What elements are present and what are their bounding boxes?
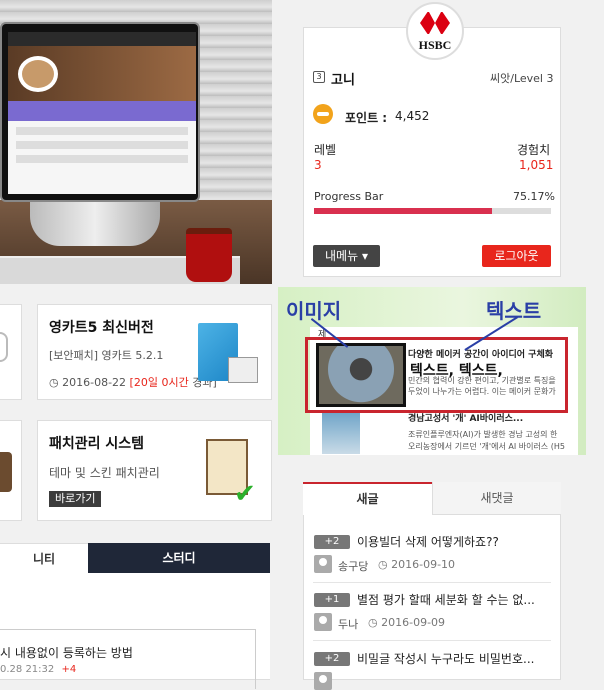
level-title: 레벨 — [314, 143, 337, 157]
card-title[interactable]: 영카트5 최신버전 — [49, 317, 154, 337]
point-label: 포인트 : — [345, 111, 388, 125]
feed-item-body: 오리농장에서 기르던 '개'에서 AI 바이러스 (H5 — [408, 442, 565, 451]
my-menu-button[interactable]: 내메뉴 ▾ — [313, 245, 380, 267]
go-button[interactable]: 바로가기 — [49, 491, 102, 507]
mug-graphic — [186, 228, 232, 282]
feed-thumbnail-person[interactable] — [322, 412, 360, 454]
level-icon: 3 — [313, 71, 325, 83]
hero-banner-image[interactable] — [0, 0, 272, 284]
feed-item-body: 조류인플루엔자(AI)가 발생한 경남 고성의 한 — [408, 430, 558, 439]
post-title[interactable]: 비밀글 작성시 누구라도 비밀번호... — [357, 650, 534, 667]
monitor-screen — [8, 32, 196, 194]
avatar-icon — [314, 672, 332, 690]
left-list-item[interactable]: 시 내용없이 등록하는 방법 0.28 21:32 +4 — [0, 629, 256, 689]
point-gauge-icon — [313, 104, 333, 124]
progress-fill — [314, 208, 493, 214]
clock-icon: ◷ — [49, 376, 59, 389]
clock-icon: ◷ — [378, 558, 392, 571]
level-label: 씨앗/Level 3 — [490, 72, 554, 85]
tab-new-comments[interactable]: 새댓글 — [432, 482, 561, 515]
left-tabs: 니티 스터디 — [0, 543, 270, 573]
post-title[interactable]: 별점 평가 할때 세분화 할 수는 없... — [357, 591, 535, 608]
card-meta: ◷ 2016-08-22 [20일 0시간 경과] — [49, 376, 217, 389]
highlight-box — [305, 337, 568, 413]
cup-icon — [0, 332, 8, 362]
list-item-meta: 0.28 21:32 +4 — [0, 664, 77, 675]
monitor-stand-graphic — [30, 196, 160, 246]
post-date: ◷ 2016-09-10 — [378, 558, 456, 571]
left-column: 영카트5 최신버전 [보안패치] 영카트 5.2.1 ◷ 2016-08-22 … — [0, 0, 282, 689]
exp-title: 경험치 — [517, 143, 551, 157]
logout-button[interactable]: 로그아웃 — [482, 245, 551, 267]
card-subtitle: 테마 및 스킨 패치관리 — [49, 466, 160, 480]
level-value: 3 — [314, 158, 322, 172]
divider — [313, 640, 551, 641]
clock-icon: ◷ — [368, 616, 382, 629]
post-author[interactable]: 송구당 — [338, 558, 368, 574]
tab-community[interactable]: 니티 — [0, 543, 88, 573]
tab-study[interactable]: 스터디 — [88, 543, 270, 573]
post-title[interactable]: 이용빌더 삭제 어떻게하죠?? — [357, 533, 499, 550]
card-title[interactable]: 패치관리 시스템 — [49, 433, 144, 453]
divider — [313, 582, 551, 583]
monitor-graphic — [0, 22, 200, 202]
checkmark-icon: ✔ — [234, 479, 256, 509]
hsbc-logo: HSBC — [406, 2, 464, 60]
card-patch[interactable]: 패치관리 시스템 테마 및 스킨 패치관리 바로가기 ✔ — [37, 420, 272, 521]
point-value[interactable]: 4,452 — [395, 109, 429, 123]
exp-value: 1,051 — [519, 158, 554, 172]
comment-count-badge: +1 — [314, 593, 350, 607]
card-youngcart[interactable]: 영카트5 최신버전 [보안패치] 영카트 5.2.1 ◷ 2016-08-22 … — [37, 304, 272, 400]
list-item-count: +4 — [61, 664, 77, 675]
box-icon — [228, 357, 258, 383]
hsbc-logo-text: HSBC — [418, 38, 452, 52]
progress-bar — [314, 208, 551, 214]
card-elapsed: 20일 0시간 — [133, 376, 189, 389]
progress-label: Progress Bar — [314, 190, 384, 203]
tab-new-posts[interactable]: 새글 — [303, 482, 432, 515]
clipboard-icon-partial — [0, 452, 12, 492]
post-author[interactable]: 두나 — [338, 616, 358, 632]
comment-count-badge: +2 — [314, 535, 350, 549]
avatar-icon — [314, 555, 332, 573]
post-date: ◷ 2016-09-09 — [368, 616, 446, 629]
card-date: 2016-08-22 — [62, 376, 127, 389]
avatar-icon — [314, 613, 332, 631]
card-subtitle: [보안패치] 영카트 5.2.1 — [49, 349, 164, 362]
list-item-title[interactable]: 시 내용없이 등록하는 방법 — [0, 644, 133, 661]
comment-count-badge: +2 — [314, 652, 350, 666]
hsbc-hexagon-icon — [420, 12, 450, 34]
nickname[interactable]: 고니 — [331, 69, 355, 88]
left-list: 시 내용없이 등록하는 방법 0.28 21:32 +4 — [0, 573, 270, 689]
progress-text: 75.17% — [513, 190, 555, 203]
